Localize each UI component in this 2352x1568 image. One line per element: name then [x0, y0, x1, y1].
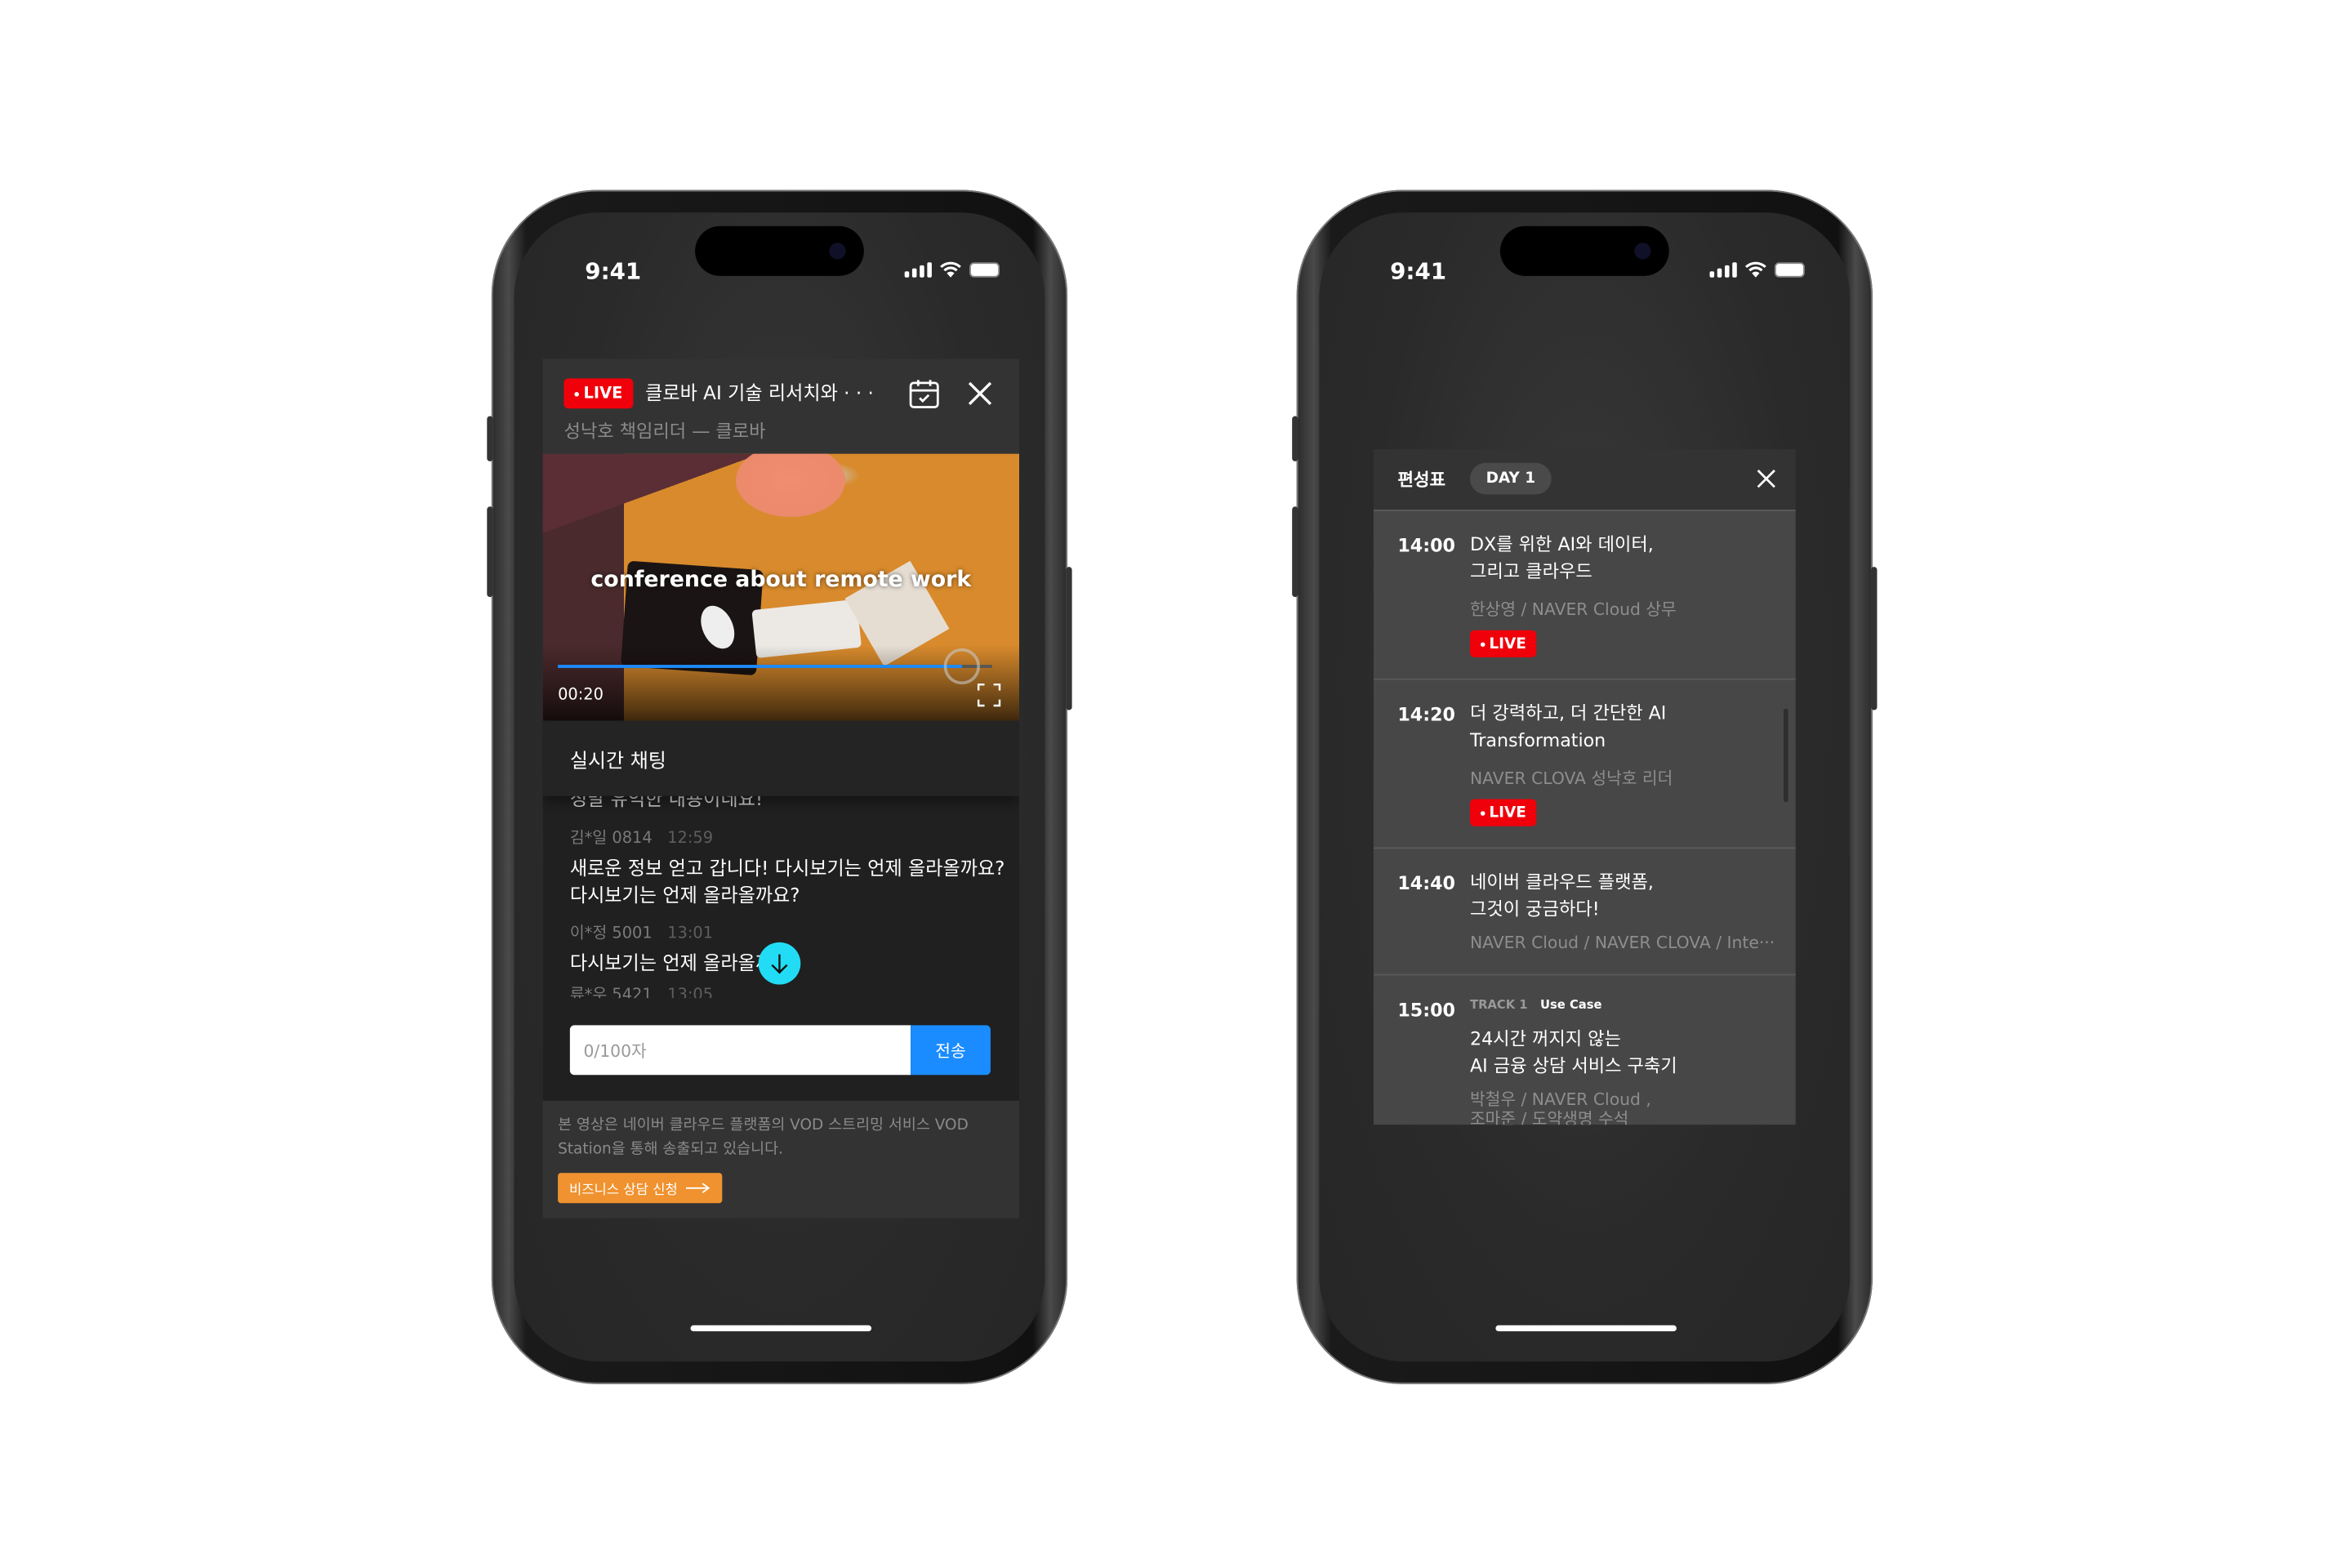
signal-icon	[1709, 262, 1737, 278]
close-icon[interactable]	[966, 380, 993, 407]
chat-meta: 류*우 5421 13:05	[570, 983, 713, 998]
dynamic-island	[1499, 225, 1669, 276]
schedule-panel: 편성표 DAY 1 14:00 DX를 위한 AI와 데이터, 그리고 클라우드 …	[1373, 449, 1796, 1125]
battery-icon	[1774, 262, 1805, 278]
video-player[interactable]: conference about remote work 00:20	[542, 453, 1019, 721]
chat-list[interactable]: 정말 유익한 내용이네요! 김*일 0814 12:59 새로운 정보 얻고 갑…	[543, 796, 1019, 998]
wifi-icon	[940, 261, 961, 278]
chat-user: 이*정 5001	[569, 924, 653, 942]
progress-track[interactable]	[558, 665, 992, 668]
schedule-item[interactable]: 14:00 DX를 위한 AI와 데이터, 그리고 클라우드 한상영 / NAVE…	[1373, 509, 1796, 679]
session-speaker: 박철우 / NAVER Cloud , 조마준 / 도약생명 수석	[1469, 1089, 1651, 1125]
session-time: 14:20	[1397, 704, 1455, 725]
session-title: 24시간 꺼지지 않는 AI 금융 상담 서비스 구축기	[1469, 1028, 1677, 1077]
session-speaker: NAVER CLOVA 성낙호 리더	[1469, 768, 1673, 789]
chat-user: 김*일 0814	[569, 829, 653, 848]
status-time: 9:41	[585, 257, 642, 285]
signal-icon	[904, 262, 932, 278]
wifi-icon	[1744, 261, 1766, 278]
status-time: 9:41	[1390, 257, 1447, 285]
chat-section: 실시간 채팅 정말 유익한 내용이네요! 김*일 0814 12:59 새로운 …	[542, 720, 1019, 1101]
chat-header: 실시간 채팅	[569, 751, 666, 774]
chat-user: 류*우 5421	[569, 986, 653, 999]
day-selector[interactable]: DAY 1	[1469, 462, 1552, 495]
business-consult-button[interactable]: 비즈니스 상담 신청	[558, 1173, 723, 1204]
stream-subtitle: 성낙호 책임리더 — 클로바	[564, 421, 766, 442]
live-badge: LIVE	[1469, 630, 1537, 657]
session-speaker: NAVER Cloud / NAVER CLOVA / Inte···	[1469, 933, 1775, 953]
phone-schedule: 9:41 편성표 DAY 1 14:00 DX를 위한 AI와 데이터, 그리고 …	[1292, 189, 1878, 1384]
chat-input[interactable]: 0/100자	[569, 1025, 911, 1076]
vod-notice: 본 영상은 네이버 클라우드 플랫폼의 VOD 스트리밍 서비스 VOD Stat…	[558, 1116, 969, 1158]
progress-fill	[558, 665, 962, 668]
phone-player: 9:41 LIVE 클로바 AI 기술 리서치와 · · · 성낙호 책임리더 …	[487, 189, 1072, 1384]
progress-handle[interactable]	[943, 648, 980, 685]
fullscreen-icon[interactable]	[977, 683, 1001, 707]
arrow-down-icon	[771, 954, 788, 974]
chat-message: 새로운 정보 얻고 갑니다! 다시보기는 언제 올라올까요?	[569, 856, 1005, 880]
home-indicator	[1495, 1325, 1677, 1332]
session-title: DX를 위한 AI와 데이터, 그리고 클라우드	[1469, 533, 1654, 582]
schedule-item[interactable]: 15:00 TRACK 1 Use Case 24시간 꺼지지 않는 AI 금융 …	[1373, 973, 1796, 1125]
schedule-title: 편성표	[1397, 469, 1446, 490]
session-track: TRACK 1 Use Case	[1469, 998, 1602, 1012]
send-button[interactable]: 전송	[911, 1025, 991, 1076]
session-speaker: 한상영 / NAVER Cloud 상무	[1469, 599, 1677, 620]
chat-meta: 이*정 5001 13:01	[570, 921, 713, 944]
video-caption: conference about remote work	[590, 568, 972, 593]
session-time: 14:40	[1397, 872, 1455, 894]
session-time: 15:00	[1397, 999, 1455, 1021]
elapsed-time: 00:20	[558, 685, 604, 705]
chat-time: 13:01	[667, 924, 714, 942]
schedule-item[interactable]: 14:20 더 강력하고, 더 간단한 AI Transformation NAV…	[1373, 678, 1796, 848]
session-title: 더 강력하고, 더 간단한 AI Transformation	[1469, 702, 1667, 751]
dynamic-island	[695, 225, 864, 276]
calendar-check-icon[interactable]	[907, 377, 941, 411]
stream-title: 클로바 AI 기술 리서치와 · · ·	[645, 381, 874, 404]
status-icons	[1709, 261, 1805, 278]
schedule-item[interactable]: 14:40 네이버 클라우드 플랫폼, 그것이 궁금하다! NAVER Cloud…	[1373, 847, 1796, 974]
chat-time: 13:05	[667, 986, 714, 999]
chat-message: 다시보기는 언제 올라올까요?	[569, 883, 800, 906]
arrow-right-icon	[686, 1183, 711, 1194]
home-indicator	[690, 1325, 872, 1332]
close-icon[interactable]	[1757, 469, 1776, 488]
live-badge: LIVE	[564, 378, 634, 409]
chat-meta: 김*일 0814 12:59	[570, 826, 713, 849]
live-badge: LIVE	[1469, 799, 1537, 826]
session-time: 14:00	[1397, 535, 1455, 557]
live-player-panel: LIVE 클로바 AI 기술 리서치와 · · · 성낙호 책임리더 — 클로바…	[542, 359, 1019, 1218]
battery-icon	[969, 262, 1000, 278]
status-icons	[904, 261, 1000, 278]
chat-time: 12:59	[667, 829, 714, 848]
session-title: 네이버 클라우드 플랫폼, 그것이 궁금하다!	[1469, 871, 1654, 920]
chat-message: 정말 유익한 내용이네요!	[569, 795, 764, 810]
scrollbar[interactable]	[1783, 708, 1788, 803]
scroll-to-bottom-button[interactable]	[758, 942, 801, 985]
